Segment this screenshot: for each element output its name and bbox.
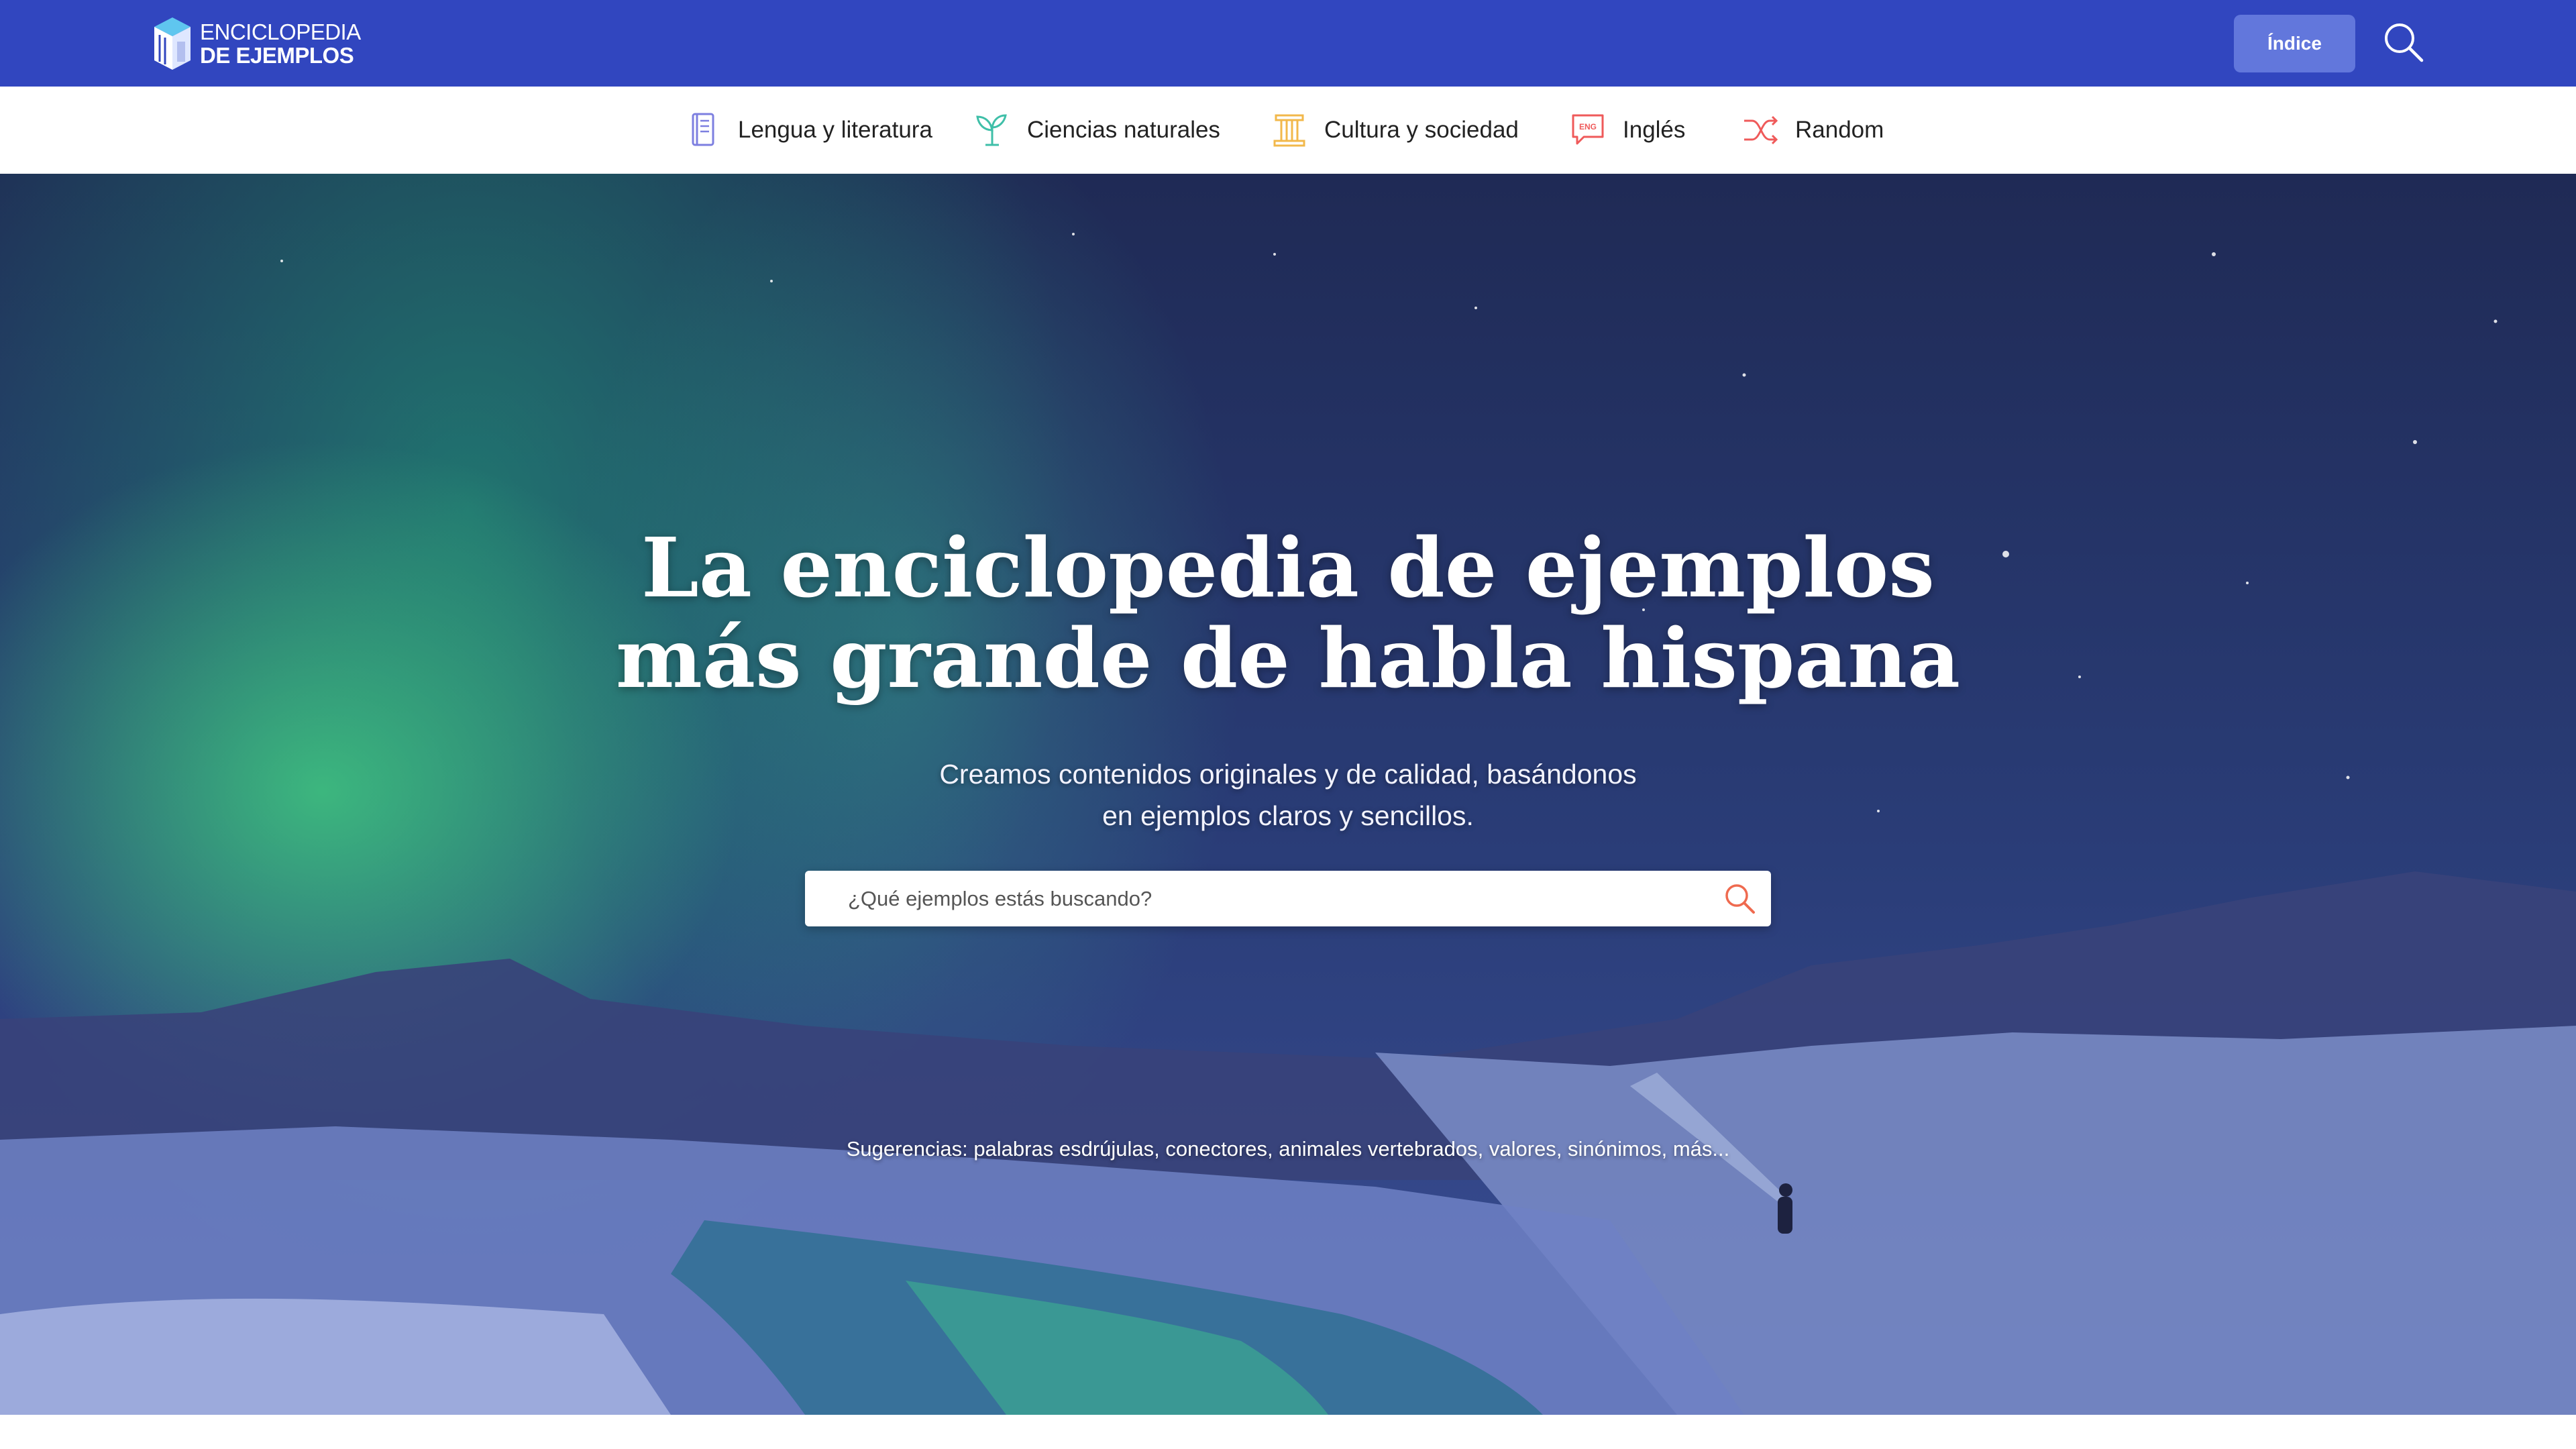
suggestion-separator: , <box>1477 1137 1489 1161</box>
suggestion-separator: , <box>1154 1137 1166 1161</box>
logo-line1: ENCICLOPEDIA <box>200 19 361 44</box>
nav-label: Random <box>1795 117 1884 143</box>
search-icon <box>1725 884 1755 914</box>
nav-label: Ciencias naturales <box>1027 117 1220 143</box>
search-submit-button[interactable] <box>1721 880 1759 918</box>
logo-cube-icon <box>154 17 191 70</box>
category-nav: Lengua y literatura Ciencias naturales C… <box>0 87 2576 174</box>
nav-label: Inglés <box>1623 117 1686 143</box>
suggestion-separator: , <box>1661 1137 1673 1161</box>
hero-subtitle-line1: Creamos contenidos originales y de calid… <box>939 759 1637 790</box>
nav-item-ingles[interactable]: ENG Inglés <box>1568 87 1685 174</box>
suggestion-more-link[interactable]: más... <box>1673 1137 1729 1161</box>
header-search-button[interactable] <box>2380 19 2427 66</box>
eng-chat-icon: ENG <box>1572 114 1604 145</box>
shuffle-icon <box>1744 115 1778 145</box>
hero-subtitle-line2: en ejemplos claros y sencillos. <box>1102 800 1474 831</box>
plant-icon <box>976 114 1007 146</box>
hero-title-line1: La enciclopedia de ejemplos <box>641 519 1935 616</box>
site-logo[interactable]: ENCICLOPEDIA DE EJEMPLOS <box>152 15 361 72</box>
suggestion-link[interactable]: sinónimos <box>1568 1137 1662 1161</box>
hero-title-line2: más grande de habla hispana <box>615 610 1961 706</box>
nav-label: Cultura y sociedad <box>1324 117 1519 143</box>
nav-label: Lengua y literatura <box>738 117 932 143</box>
suggestion-separator: , <box>1267 1137 1279 1161</box>
nav-item-random[interactable]: Random <box>1740 87 1884 174</box>
index-button[interactable]: Índice <box>2234 15 2355 72</box>
hero-section: La enciclopedia de ejemplos más grande d… <box>0 174 2576 1415</box>
suggestion-separator: , <box>1556 1137 1568 1161</box>
hero-title: La enciclopedia de ejemplos más grande d… <box>604 523 1972 704</box>
logo-line2: DE EJEMPLOS <box>200 43 354 68</box>
logo-text: ENCICLOPEDIA DE EJEMPLOS <box>200 21 361 66</box>
nav-item-lengua-y-literatura[interactable]: Lengua y literatura <box>683 87 932 174</box>
suggestion-link[interactable]: animales vertebrados <box>1279 1137 1477 1161</box>
search-icon <box>2385 23 2424 62</box>
search-input[interactable] <box>805 871 1704 926</box>
suggestion-link[interactable]: palabras esdrújulas <box>973 1137 1154 1161</box>
suggestions-prefix: Sugerencias: <box>846 1137 968 1161</box>
site-header: ENCICLOPEDIA DE EJEMPLOS Índice <box>0 0 2576 87</box>
nav-item-ciencias-naturales[interactable]: Ciencias naturales <box>972 87 1220 174</box>
suggestion-link[interactable]: conectores <box>1165 1137 1267 1161</box>
hero-search-bar <box>805 871 1771 926</box>
hero-subtitle: Creamos contenidos originales y de calid… <box>805 753 1771 837</box>
book-icon <box>692 113 714 146</box>
nav-item-cultura-y-sociedad[interactable]: Cultura y sociedad <box>1269 87 1519 174</box>
column-icon <box>1273 114 1305 147</box>
svg-text:ENG: ENG <box>1579 122 1597 131</box>
search-suggestions: Sugerencias: palabras esdrújulas, conect… <box>805 1137 1771 1161</box>
suggestion-link[interactable]: valores <box>1489 1137 1556 1161</box>
